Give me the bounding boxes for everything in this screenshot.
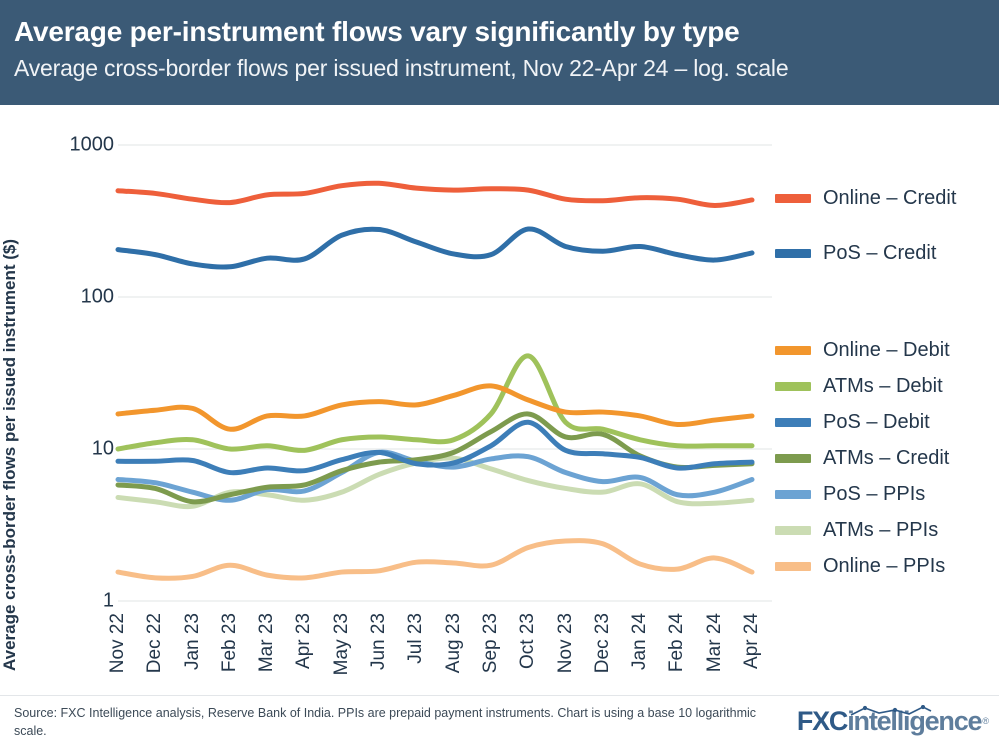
legend-item-pos-ppis[interactable]: PoS – PPIs — [775, 483, 925, 505]
legend-label-online-credit: Online – Credit — [823, 186, 957, 209]
legend-label-online-debit: Online – Debit — [823, 338, 950, 361]
legend-item-atms-ppis[interactable]: ATMs – PPIs — [775, 519, 938, 541]
x-axis-tick-dec-22: Dec 22 — [144, 613, 166, 674]
x-axis-tick-jul-23: Jul 23 — [405, 613, 427, 664]
x-axis-tick-aug-23: Aug 23 — [442, 613, 464, 674]
legend-item-atms-debit[interactable]: ATMs – Debit — [775, 375, 943, 397]
legend-item-atms-credit[interactable]: ATMs – Credit — [775, 447, 949, 469]
legend-swatch-online-ppis — [775, 561, 811, 571]
x-axis-tick-sep-23: Sep 23 — [479, 613, 501, 674]
x-axis-tick-jan-24: Jan 24 — [629, 613, 651, 671]
legend-swatch-atms-debit — [775, 381, 811, 391]
x-axis-tick-feb-24: Feb 24 — [666, 613, 688, 673]
x-axis-tick-nov-22: Nov 22 — [107, 613, 128, 674]
legend-label-atms-credit: ATMs – Credit — [823, 446, 950, 469]
legend-item-online-credit[interactable]: Online – Credit — [775, 187, 956, 209]
page-subtitle: Average cross-border flows per issued in… — [14, 55, 789, 81]
legend-label-atms-ppis: ATMs – PPIs — [823, 518, 939, 541]
logo-text-fxc: FXC — [796, 705, 849, 736]
fxc-intelligence-logo: FXC intelligence ® — [796, 704, 989, 737]
legend-label-online-ppis: Online – PPIs — [823, 554, 946, 577]
x-axis-tick-feb-23: Feb 23 — [218, 613, 240, 673]
legend-swatch-pos-credit — [775, 248, 811, 258]
x-axis-tick-jan-23: Jan 23 — [181, 613, 203, 671]
logo-sparkline-icon — [850, 704, 932, 716]
legend-label-pos-ppis: PoS – PPIs — [823, 482, 926, 505]
legend-item-pos-debit[interactable]: PoS – Debit — [775, 411, 930, 433]
x-axis-tick-may-23: May 23 — [330, 613, 352, 676]
legend-swatch-pos-debit — [775, 417, 811, 427]
source-note: Source: FXC Intelligence analysis, Reser… — [14, 706, 757, 739]
legend-item-online-ppis[interactable]: Online – PPIs — [775, 555, 945, 577]
legend-label-pos-credit: PoS – Credit — [823, 241, 937, 264]
logo-trademark: ® — [982, 716, 989, 726]
legend-swatch-online-credit — [775, 193, 811, 203]
x-axis-tick-mar-23: Mar 23 — [256, 613, 278, 673]
legend-item-pos-credit[interactable]: PoS – Credit — [775, 242, 936, 264]
page-title: Average per-instrument flows vary signif… — [14, 16, 740, 47]
x-axis-tick-mar-24: Mar 24 — [703, 613, 725, 673]
legend-swatch-atms-credit — [775, 453, 811, 463]
x-axis-tick-oct-23: Oct 23 — [517, 613, 539, 669]
legend-label-atms-debit: ATMs – Debit — [823, 374, 943, 397]
legend-item-online-debit[interactable]: Online – Debit — [775, 339, 950, 361]
x-axis-tick-dec-23: Dec 23 — [591, 613, 613, 674]
x-axis-tick-nov-23: Nov 23 — [554, 613, 576, 674]
legend-swatch-pos-ppis — [775, 489, 811, 499]
logo-text-intelligence: intelligence — [847, 704, 983, 737]
legend-swatch-atms-ppis — [775, 525, 811, 535]
chart-header-band: Average per-instrument flows vary signif… — [0, 0, 999, 105]
legend-label-pos-debit: PoS – Debit — [823, 410, 930, 433]
x-axis-tick-apr-23: Apr 23 — [293, 613, 315, 669]
x-axis-tick-jun-23: Jun 23 — [368, 613, 390, 671]
legend-swatch-online-debit — [775, 345, 811, 355]
chart-legend: Online – Credit PoS – Credit Online – Debi… — [775, 105, 999, 615]
x-axis-tick-apr-24: Apr 24 — [741, 613, 762, 669]
chart-footer: Source: FXC Intelligence analysis, Reser… — [0, 695, 999, 749]
